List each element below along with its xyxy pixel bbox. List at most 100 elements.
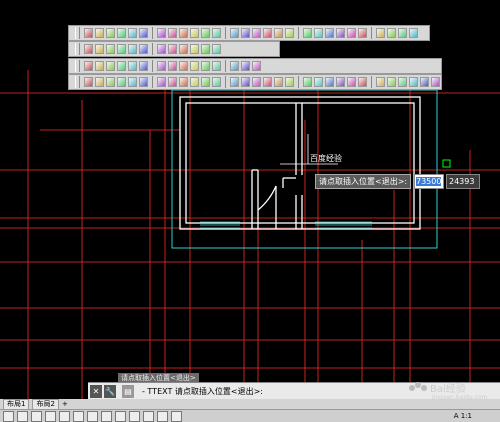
table-icon[interactable]	[168, 44, 177, 54]
plot-icon[interactable]	[230, 61, 239, 71]
rotate-icon[interactable]	[252, 28, 261, 38]
explode-icon[interactable]	[325, 28, 334, 38]
trim-icon[interactable]	[285, 28, 294, 38]
help-icon[interactable]	[252, 61, 261, 71]
toolbar-grip[interactable]	[75, 27, 80, 39]
ortho-icon[interactable]	[45, 410, 56, 422]
help-icon[interactable]	[431, 77, 440, 87]
grid-icon[interactable]	[17, 410, 28, 422]
help-icon[interactable]	[409, 28, 418, 38]
aligned-dim-icon[interactable]	[263, 77, 272, 87]
lwt-icon[interactable]	[129, 410, 140, 422]
sc-icon[interactable]	[171, 410, 182, 422]
attribute-icon[interactable]	[212, 44, 221, 54]
continue-icon[interactable]	[325, 77, 334, 87]
toolbar-grip[interactable]	[75, 60, 80, 72]
command-text[interactable]: - TTEXT 请点取插入位置<退出>:	[142, 386, 263, 397]
sheet-icon[interactable]	[84, 61, 93, 71]
render-icon[interactable]	[117, 61, 126, 71]
calc-icon[interactable]	[190, 61, 199, 71]
layer-prev-icon[interactable]	[95, 44, 104, 54]
join-icon[interactable]	[398, 28, 407, 38]
revcloud-icon[interactable]	[117, 77, 126, 87]
edit-dim-icon[interactable]	[336, 77, 345, 87]
arc-icon[interactable]	[168, 28, 177, 38]
quick-dim-icon[interactable]	[241, 77, 250, 87]
designcenter-icon[interactable]	[157, 61, 166, 71]
preview-icon[interactable]	[241, 61, 250, 71]
block-icon[interactable]	[139, 44, 148, 54]
3d-icon[interactable]	[106, 61, 115, 71]
polyline-icon[interactable]	[190, 28, 199, 38]
gear-icon[interactable]	[420, 77, 429, 87]
tab-layout1[interactable]: 布局1	[3, 398, 30, 410]
tolerance-icon[interactable]	[212, 77, 221, 87]
tab-layout2[interactable]: 布局2	[32, 398, 59, 410]
center-mark-icon[interactable]	[230, 77, 239, 87]
extend-icon[interactable]	[274, 28, 283, 38]
baseline-icon[interactable]	[314, 77, 323, 87]
field-icon[interactable]	[179, 77, 188, 87]
image-icon[interactable]	[128, 77, 137, 87]
text-edit-icon[interactable]	[347, 77, 356, 87]
tab-add-icon[interactable]: +	[62, 400, 68, 408]
tp-icon[interactable]	[143, 410, 154, 422]
erase-icon[interactable]	[336, 28, 345, 38]
polar-icon[interactable]	[59, 410, 70, 422]
grid-icon[interactable]	[128, 28, 137, 38]
y-coordinate-input[interactable]: 24393	[446, 174, 480, 189]
match-icon[interactable]	[128, 44, 137, 54]
mirror-icon[interactable]	[241, 28, 250, 38]
text-style-icon[interactable]	[201, 61, 210, 71]
linear-dim-icon[interactable]	[252, 77, 261, 87]
linetype-icon[interactable]	[84, 28, 93, 38]
markup-icon[interactable]	[179, 61, 188, 71]
layer-icon[interactable]	[84, 44, 93, 54]
ducs-icon[interactable]	[101, 410, 112, 422]
dyn-icon[interactable]	[115, 410, 126, 422]
scale-icon[interactable]	[263, 28, 272, 38]
spline-icon[interactable]	[179, 28, 188, 38]
toolbar-grip[interactable]	[75, 43, 80, 55]
fillet-icon[interactable]	[303, 28, 312, 38]
x-coordinate-input[interactable]: 73500	[414, 174, 444, 189]
select-icon[interactable]	[139, 28, 148, 38]
otrack-icon[interactable]	[87, 410, 98, 422]
rectangle-icon[interactable]	[201, 28, 210, 38]
dimstyle-icon[interactable]	[212, 61, 221, 71]
annotate-icon[interactable]	[190, 77, 199, 87]
field-icon[interactable]	[201, 44, 210, 54]
settings-icon[interactable]: 🔧	[104, 384, 116, 398]
zoom-icon[interactable]	[117, 28, 126, 38]
boundary-icon[interactable]	[95, 77, 104, 87]
stretch-icon[interactable]	[347, 28, 356, 38]
hatch-icon[interactable]	[212, 28, 221, 38]
layer-off-icon[interactable]	[117, 44, 126, 54]
radius-dim-icon[interactable]	[274, 77, 283, 87]
update-icon[interactable]	[358, 77, 367, 87]
leader-icon[interactable]	[201, 77, 210, 87]
hyperlink-icon[interactable]	[168, 77, 177, 87]
wipeout-icon[interactable]	[106, 77, 115, 87]
viewport-icon[interactable]	[128, 61, 137, 71]
paint-icon[interactable]	[376, 77, 385, 87]
osnap-icon[interactable]	[73, 410, 84, 422]
array-icon[interactable]	[376, 28, 385, 38]
publish-icon[interactable]	[95, 61, 104, 71]
ole-icon[interactable]	[157, 77, 166, 87]
close-icon[interactable]: ✕	[90, 384, 102, 398]
angular-dim-icon[interactable]	[303, 77, 312, 87]
offset-icon[interactable]	[358, 28, 367, 38]
break-icon[interactable]	[387, 28, 396, 38]
region-icon[interactable]	[84, 77, 93, 87]
mtext-icon[interactable]	[190, 44, 199, 54]
toolbar-grip[interactable]	[75, 76, 80, 88]
insert-icon[interactable]	[157, 44, 166, 54]
pan-icon[interactable]	[106, 28, 115, 38]
toolpalette-icon[interactable]	[168, 61, 177, 71]
layer-state-icon[interactable]	[106, 44, 115, 54]
copy-icon[interactable]	[157, 28, 166, 38]
text-icon[interactable]	[179, 44, 188, 54]
diameter-dim-icon[interactable]	[285, 77, 294, 87]
chamfer-icon[interactable]	[314, 28, 323, 38]
